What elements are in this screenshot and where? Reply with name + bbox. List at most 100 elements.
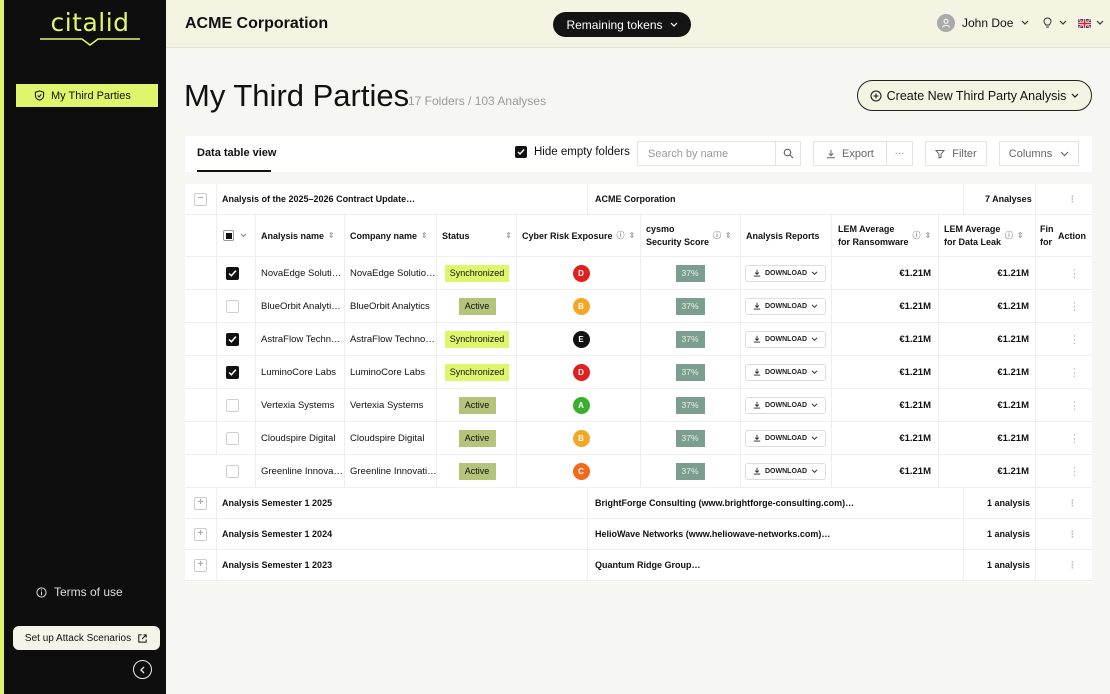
chevron-down-icon [811, 436, 818, 440]
setup-attack-scenarios-button[interactable]: Set up Attack Scenarios [13, 626, 160, 650]
analysis-name[interactable]: Greenline Innova… [261, 466, 343, 477]
terms-of-use-link[interactable]: Terms of use [36, 585, 123, 599]
table-row[interactable]: BlueOrbit Analyti… BlueOrbit Analytics A… [185, 290, 1092, 323]
row-menu-icon[interactable]: ⋮ [1069, 267, 1080, 280]
row-checkbox[interactable] [226, 398, 239, 412]
columns-button[interactable]: Columns [999, 141, 1079, 166]
analysis-name[interactable]: BlueOrbit Analyti… [261, 301, 341, 312]
score-wrap: 37% [640, 297, 740, 315]
export-button[interactable]: Export ··· [813, 141, 913, 166]
row-checkbox[interactable] [226, 464, 239, 478]
divider [740, 290, 741, 323]
row-menu-icon[interactable]: ⋮ [1069, 300, 1080, 313]
folder-menu-icon[interactable]: ⋮ [1068, 529, 1077, 540]
folder-menu-icon[interactable]: ⋮ [1068, 194, 1077, 205]
more-options-button[interactable]: ··· [886, 142, 912, 165]
folder-row[interactable]: + Analysis Semester 1 2023 Quantum Ridge… [185, 550, 1092, 581]
table-row[interactable]: NovaEdge Soluti… NovaEdge Solutio… Synch… [185, 257, 1092, 290]
lightbulb-icon[interactable] [1043, 16, 1052, 30]
download-button[interactable]: DOWNLOAD [745, 297, 826, 315]
select-all-checkbox[interactable] [223, 230, 247, 241]
risk-grade-wrap: A [522, 396, 640, 414]
download-button[interactable]: DOWNLOAD [745, 264, 826, 282]
header-lem-data-leak[interactable]: LEM Average for Data Leak ⓘ ⇕ [944, 223, 1024, 249]
risk-grade-wrap: B [522, 429, 640, 447]
download-button[interactable]: DOWNLOAD [745, 363, 826, 381]
row-checkbox[interactable] [226, 266, 239, 280]
table-row[interactable]: Greenline Innova… Greenline Innovati… Ac… [185, 455, 1092, 488]
logo[interactable]: citalid [40, 8, 140, 37]
download-label: DOWNLOAD [765, 368, 807, 376]
analysis-name[interactable]: AstraFlow Techn… [261, 334, 341, 345]
divider [516, 422, 517, 455]
analysis-name[interactable]: NovaEdge Soluti… [261, 268, 341, 279]
header-cyber-risk[interactable]: Cyber Risk Exposure ⓘ ⇕ [522, 230, 635, 241]
download-button[interactable]: DOWNLOAD [745, 462, 826, 480]
user-menu[interactable]: John Doe [937, 14, 1104, 32]
collapse-folder-icon[interactable]: − [194, 192, 207, 206]
download-button[interactable]: DOWNLOAD [745, 429, 826, 447]
expand-folder-icon[interactable]: + [194, 558, 207, 572]
collapse-sidebar-button[interactable] [133, 660, 152, 679]
row-checkbox[interactable] [226, 299, 239, 313]
checkbox-checked[interactable] [515, 146, 527, 158]
score-wrap: 37% [640, 396, 740, 414]
divider [963, 550, 964, 581]
analysis-name[interactable]: Vertexia Systems [261, 400, 334, 411]
create-analysis-button[interactable]: Create New Third Party Analysis [857, 80, 1092, 111]
search-input[interactable]: Search by name [637, 141, 801, 166]
chevron-down-icon [1096, 20, 1104, 25]
filter-button[interactable]: Filter [925, 141, 987, 166]
sidebar-item-my-third-parties[interactable]: My Third Parties [16, 84, 158, 107]
download-wrap: DOWNLOAD [745, 396, 826, 414]
header-lem-ransomware[interactable]: LEM Average for Ransomware ⓘ ⇕ [838, 223, 931, 249]
divider [1035, 389, 1036, 422]
info-icon [36, 586, 47, 598]
header-security-score[interactable]: cysmo Security Score ⓘ ⇕ [646, 223, 732, 249]
hide-empty-folders-toggle[interactable]: Hide empty folders [515, 146, 630, 158]
folder-row[interactable]: − Analysis of the 2025–2026 Contract Upd… [185, 184, 1092, 215]
row-menu-icon[interactable]: ⋮ [1069, 333, 1080, 346]
remaining-tokens-button[interactable]: Remaining tokens [553, 12, 691, 37]
download-button[interactable]: DOWNLOAD [745, 330, 826, 348]
expand-folder-icon[interactable]: + [194, 527, 207, 541]
header-company-name[interactable]: Company name ⇕ [350, 231, 428, 241]
header-label: LEM Average [838, 223, 895, 234]
risk-grade-badge: E [572, 330, 590, 348]
folder-menu-icon[interactable]: ⋮ [1068, 560, 1077, 571]
analysis-name[interactable]: LuminoCore Labs [261, 367, 336, 378]
header-status[interactable]: Status ⇕ [442, 231, 512, 241]
divider [255, 257, 256, 290]
expand-folder-icon[interactable]: + [194, 496, 207, 510]
row-menu-icon[interactable]: ⋮ [1069, 465, 1080, 478]
table-row[interactable]: Vertexia Systems Vertexia Systems Active… [185, 389, 1092, 422]
security-score-badge: 37% [675, 396, 705, 414]
folder-row[interactable]: + Analysis Semester 1 2025 BrightForge C… [185, 488, 1092, 519]
download-button[interactable]: DOWNLOAD [745, 396, 826, 414]
risk-grade-wrap: D [522, 363, 640, 381]
folder-row[interactable]: + Analysis Semester 1 2024 HelioWave Net… [185, 519, 1092, 550]
lem-ransomware: €1.21M [899, 366, 931, 378]
divider [1035, 455, 1036, 488]
top-bar: ACME Corporation Remaining tokens John D… [166, 0, 1110, 48]
row-checkbox[interactable] [226, 431, 239, 445]
table-row[interactable]: AstraFlow Techn… AstraFlow Techno… Synch… [185, 323, 1092, 356]
divider [1035, 215, 1036, 257]
search-icon[interactable] [775, 142, 800, 165]
analysis-name[interactable]: Cloudspire Digital [261, 433, 335, 444]
sort-icon: ⇕ [725, 231, 732, 240]
divider [216, 488, 217, 519]
uk-flag-icon[interactable] [1078, 18, 1092, 28]
row-menu-icon[interactable]: ⋮ [1069, 366, 1080, 379]
row-menu-icon[interactable]: ⋮ [1069, 432, 1080, 445]
analyses-table: − Analysis of the 2025–2026 Contract Upd… [185, 184, 1092, 582]
tab-data-table-view[interactable]: Data table view [197, 147, 276, 159]
table-row[interactable]: LuminoCore Labs LuminoCore Labs Synchron… [185, 356, 1092, 389]
row-checkbox[interactable] [226, 332, 239, 346]
table-row[interactable]: Cloudspire Digital Cloudspire Digital Ac… [185, 422, 1092, 455]
header-label: cysmo [646, 223, 675, 234]
row-menu-icon[interactable]: ⋮ [1069, 399, 1080, 412]
header-analysis-name[interactable]: Analysis name ⇕ [261, 231, 335, 241]
row-checkbox[interactable] [226, 365, 239, 379]
folder-menu-icon[interactable]: ⋮ [1068, 498, 1077, 509]
